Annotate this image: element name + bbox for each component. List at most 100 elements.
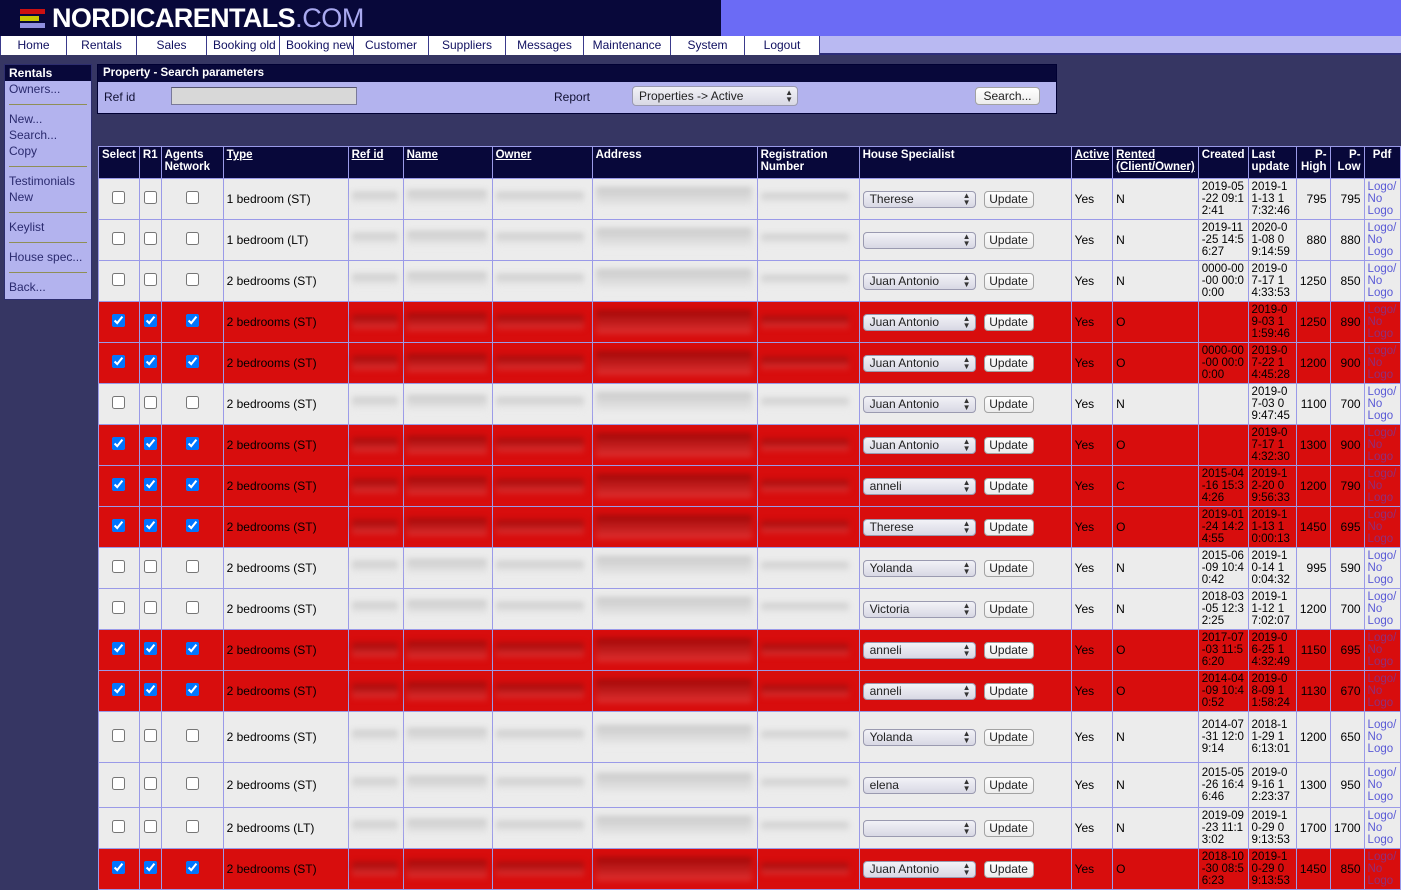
agents-network-cell[interactable] [160,762,224,808]
r1-cell[interactable] [138,178,162,220]
update-button[interactable]: Update [983,395,1034,413]
col-header-last-update[interactable]: Last update [1247,146,1297,179]
agents-network-checkbox[interactable] [185,273,199,286]
house-specialist-select[interactable]: anneli ▲ ▼ [862,477,976,495]
r1-cell[interactable] [138,762,162,808]
agents-network-checkbox[interactable] [185,820,199,833]
pdf-nologo-link-1[interactable]: No [1368,603,1397,615]
nav-item-customer[interactable]: Customer [354,36,429,55]
r1-checkbox[interactable] [143,560,157,573]
agents-network-cell[interactable] [160,588,224,630]
r1-checkbox[interactable] [143,191,157,204]
pdf-nologo-link-2[interactable]: Logo [1368,533,1397,545]
r1-cell[interactable] [138,506,162,548]
pdf-nologo-link-2[interactable]: Logo [1368,287,1397,299]
agents-network-checkbox[interactable] [185,777,199,790]
house-specialist-select[interactable]: elena ▲ ▼ [862,776,976,794]
agents-network-cell[interactable] [160,670,224,712]
update-button[interactable]: Update [983,436,1034,454]
col-header-p-low[interactable]: P-Low [1329,146,1365,179]
pdf-logo-link[interactable]: Logo/ [1368,181,1397,193]
agents-network-checkbox[interactable] [185,729,199,742]
select-cell[interactable] [98,424,140,466]
select-checkbox[interactable] [112,191,126,204]
sidebar-item-keylist[interactable]: Keylist [5,219,91,235]
agents-network-cell[interactable] [160,219,224,261]
update-button[interactable]: Update [983,682,1034,700]
r1-checkbox[interactable] [143,683,157,696]
search-refid-input[interactable] [171,87,357,105]
select-checkbox[interactable] [112,314,126,327]
col-header-pdf[interactable]: Pdf [1363,146,1401,179]
search-button[interactable]: Search... [975,87,1040,105]
agents-network-cell[interactable] [160,848,224,890]
house-specialist-select[interactable]: ▲ ▼ [862,819,976,837]
pdf-nologo-link-1[interactable]: No [1368,193,1397,205]
pdf-logo-link[interactable]: Logo/ [1368,719,1397,731]
pdf-nologo-link-2[interactable]: Logo [1368,615,1397,627]
pdf-nologo-link-1[interactable]: No [1368,480,1397,492]
pdf-nologo-link-1[interactable]: No [1368,439,1397,451]
pdf-logo-link[interactable]: Logo/ [1368,810,1397,822]
update-button[interactable]: Update [983,819,1034,837]
pdf-nologo-link-2[interactable]: Logo [1368,574,1397,586]
select-cell[interactable] [98,762,140,808]
pdf-nologo-link-1[interactable]: No [1368,863,1397,875]
sidebar-item-house-spec[interactable]: House spec... [5,249,91,265]
update-button[interactable]: Update [983,518,1034,536]
nav-item-messages[interactable]: Messages [506,36,584,55]
select-cell[interactable] [98,506,140,548]
r1-cell[interactable] [138,383,162,425]
pdf-nologo-link-2[interactable]: Logo [1368,328,1397,340]
sidebar-item-testimonials[interactable]: Testimonials [5,173,91,189]
agents-network-cell[interactable] [160,506,224,548]
col-header-created[interactable]: Created [1197,146,1249,179]
col-header-rented[interactable]: Rented (Client/Owner) [1112,146,1199,179]
table-row[interactable]: 1 bedroom (LT) ▲ ▼ Update Yes N 2019-11-25 14:… [98,219,1401,261]
nav-item-system[interactable]: System [671,36,745,55]
agents-network-checkbox[interactable] [185,232,199,245]
table-row[interactable]: 2 bedrooms (ST) Juan Antonio ▲ ▼ Update Yes N 0… [98,260,1401,302]
agents-network-checkbox[interactable] [185,683,199,696]
pdf-nologo-link-2[interactable]: Logo [1368,410,1397,422]
pdf-nologo-link-2[interactable]: Logo [1368,697,1397,709]
nav-item-home[interactable]: Home [0,36,67,55]
pdf-nologo-link-1[interactable]: No [1368,731,1397,743]
agents-network-checkbox[interactable] [185,519,199,532]
update-button[interactable]: Update [983,477,1034,495]
house-specialist-select[interactable]: Juan Antonio ▲ ▼ [862,395,976,413]
pdf-logo-link[interactable]: Logo/ [1368,673,1397,685]
agents-network-checkbox[interactable] [185,437,199,450]
pdf-logo-link[interactable]: Logo/ [1368,767,1397,779]
agents-network-cell[interactable] [160,424,224,466]
col-header-house-specialist[interactable]: House Specialist [858,146,1072,179]
house-specialist-select[interactable]: Juan Antonio ▲ ▼ [862,272,976,290]
pdf-nologo-link-2[interactable]: Logo [1368,656,1397,668]
pdf-nologo-link-1[interactable]: No [1368,275,1397,287]
col-header-p-high[interactable]: P-High [1295,146,1331,179]
house-specialist-select[interactable]: Juan Antonio ▲ ▼ [862,354,976,372]
select-checkbox[interactable] [112,601,126,614]
r1-checkbox[interactable] [143,729,157,742]
house-specialist-select[interactable]: ▲ ▼ [862,231,976,249]
table-row[interactable]: 2 bedrooms (ST) anneli ▲ ▼ Update Yes C 2015-04… [98,465,1401,507]
nav-item-rentals[interactable]: Rentals [67,36,137,55]
select-checkbox[interactable] [112,478,126,491]
r1-cell[interactable] [138,629,162,671]
pdf-nologo-link-1[interactable]: No [1368,521,1397,533]
table-row[interactable]: 2 bedrooms (ST) elena ▲ ▼ Update Yes N 2015-05-… [98,762,1401,808]
select-cell[interactable] [98,260,140,302]
r1-checkbox[interactable] [143,642,157,655]
pdf-nologo-link-2[interactable]: Logo [1368,743,1397,755]
pdf-logo-link[interactable]: Logo/ [1368,509,1397,521]
agents-network-cell[interactable] [160,547,224,589]
sidebar-item-new-2[interactable]: New [5,189,91,205]
agents-network-cell[interactable] [160,807,224,849]
agents-network-checkbox[interactable] [185,560,199,573]
select-checkbox[interactable] [112,861,126,874]
house-specialist-select[interactable]: Yolanda ▲ ▼ [862,728,976,746]
select-cell[interactable] [98,301,140,343]
r1-checkbox[interactable] [143,861,157,874]
pdf-nologo-link-1[interactable]: No [1368,316,1397,328]
table-row[interactable]: 2 bedrooms (ST) anneli ▲ ▼ Update Yes O 2014-04… [98,670,1401,712]
